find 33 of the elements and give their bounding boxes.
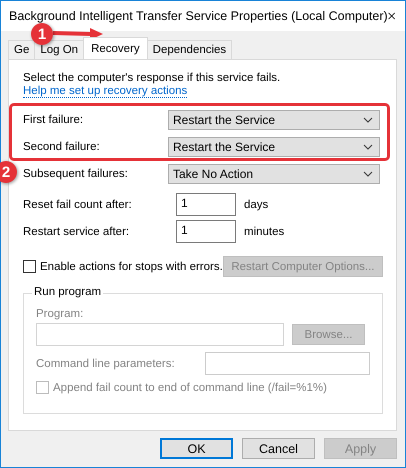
parameters-field[interactable]: [205, 352, 370, 375]
caret-icon: [363, 171, 373, 177]
window-title: Background Intelligent Transfer Service Properties (Local Computer): [9, 9, 388, 23]
counter-label: Reset fail count after:: [23, 198, 133, 210]
program-field[interactable]: [36, 323, 284, 346]
intro-text: Select the computer's response if this service fails. Help me set up recovery actions: [23, 72, 282, 98]
number-field[interactable]: 1: [176, 220, 236, 243]
checkbox-label: Enable actions for stops with errors.: [40, 260, 223, 272]
dialog-button[interactable]: Cancel: [242, 438, 315, 459]
action-dropdown[interactable]: Restart the Service: [168, 110, 380, 130]
close-icon[interactable]: [388, 10, 395, 22]
failure-label: Second failure:: [23, 141, 101, 153]
group-title: Run program: [32, 286, 104, 298]
number-field[interactable]: 1: [176, 193, 236, 216]
caret-icon: [363, 117, 373, 123]
tab[interactable]: Ge: [8, 40, 36, 59]
parameters-label: Command line parameters:: [36, 358, 175, 370]
program-label: Program:: [36, 308, 84, 320]
action-dropdown[interactable]: Restart the Service: [168, 137, 380, 157]
tab[interactable]: Recovery: [83, 37, 148, 59]
arrow-icon: [53, 28, 103, 40]
caret-icon: [363, 144, 373, 150]
tab[interactable]: Dependencies: [146, 40, 232, 59]
counter-label: Restart service after:: [23, 226, 130, 238]
unit-label: days: [244, 198, 270, 210]
dialog-button[interactable]: OK: [160, 438, 233, 459]
action-dropdown[interactable]: Take No Action: [168, 164, 380, 184]
checkbox[interactable]: [23, 260, 36, 273]
failure-label: First failure:: [23, 114, 84, 126]
failure-label: Subsequent failures:: [23, 168, 129, 180]
unit-label: minutes: [244, 226, 286, 238]
help-link[interactable]: Help me set up recovery actions: [23, 85, 188, 98]
checkbox-label: Append fail count to end of command line (/fail=%1%): [53, 382, 327, 394]
